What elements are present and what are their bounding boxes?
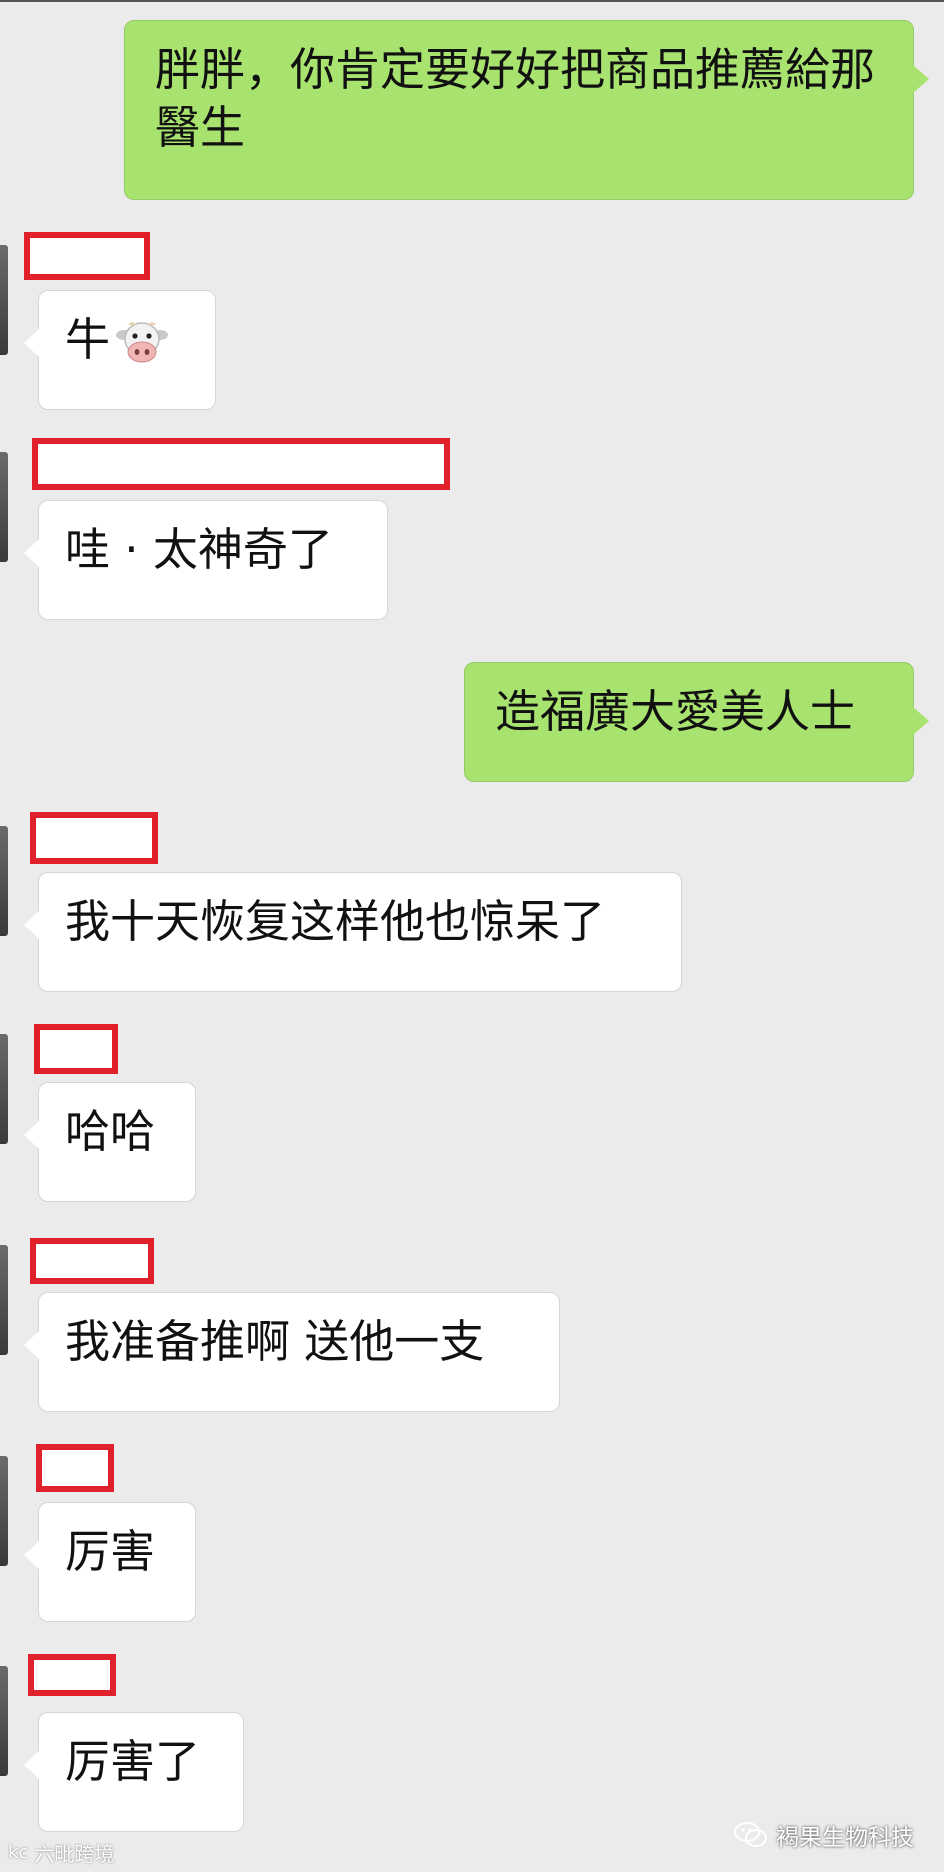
redacted-sender-name	[28, 1654, 116, 1696]
wechat-icon	[734, 1822, 767, 1847]
redacted-sender-name	[34, 1024, 118, 1074]
message-text: 哇 · 太神奇了	[65, 523, 333, 576]
message-bubble-outgoing[interactable]: 造福廣大愛美人士	[464, 662, 929, 782]
cow-face-icon	[116, 322, 169, 363]
message-bubble-incoming[interactable]: 我十天恢复这样他也惊呆了	[24, 872, 682, 992]
message-text: 我准备推啊 送他一支	[65, 1315, 485, 1368]
message-text: 哈哈	[65, 1105, 156, 1158]
message-bubble-incoming[interactable]: 厉害	[24, 1502, 196, 1622]
watermark: 褐果生物科技	[734, 1818, 914, 1852]
message-text: 胖胖，你肯定要好好把商品推薦給那醫生	[155, 43, 876, 154]
redacted-sender-name	[30, 1238, 154, 1284]
redacted-sender-name	[36, 1444, 114, 1492]
message-bubble-incoming[interactable]: 哇 · 太神奇了	[24, 500, 388, 620]
avatar[interactable]	[0, 1666, 8, 1776]
message-text: 我十天恢复这样他也惊呆了	[65, 895, 606, 948]
message-text: 厉害	[65, 1525, 156, 1578]
message-bubble-incoming[interactable]: 厉害了	[24, 1712, 244, 1832]
message-bubble-outgoing[interactable]: 胖胖，你肯定要好好把商品推薦給那醫生	[124, 20, 929, 200]
redacted-sender-name	[30, 812, 158, 864]
avatar[interactable]	[0, 1034, 8, 1144]
watermark-text: 褐果生物科技	[776, 1825, 914, 1851]
message-bubble-incoming[interactable]: 哈哈	[24, 1082, 196, 1202]
avatar[interactable]	[0, 1456, 8, 1566]
message-text: 牛	[65, 313, 111, 366]
redacted-sender-name	[24, 232, 150, 280]
redacted-sender-name	[32, 438, 450, 490]
top-border	[0, 0, 944, 2]
message-text: 造福廣大愛美人士	[495, 685, 856, 738]
logo-icon: kc	[8, 1842, 29, 1863]
avatar[interactable]	[0, 826, 8, 936]
avatar[interactable]	[0, 452, 8, 562]
message-bubble-incoming[interactable]: 我准备推啊 送他一支	[24, 1292, 560, 1412]
watermark-left: kc 六毗跨境	[8, 1838, 114, 1867]
message-text: 厉害了	[65, 1735, 201, 1788]
message-bubble-incoming[interactable]: 牛	[24, 290, 216, 410]
avatar[interactable]	[0, 245, 8, 355]
watermark-left-text: 六毗跨境	[34, 1842, 115, 1866]
avatar[interactable]	[0, 1245, 8, 1355]
